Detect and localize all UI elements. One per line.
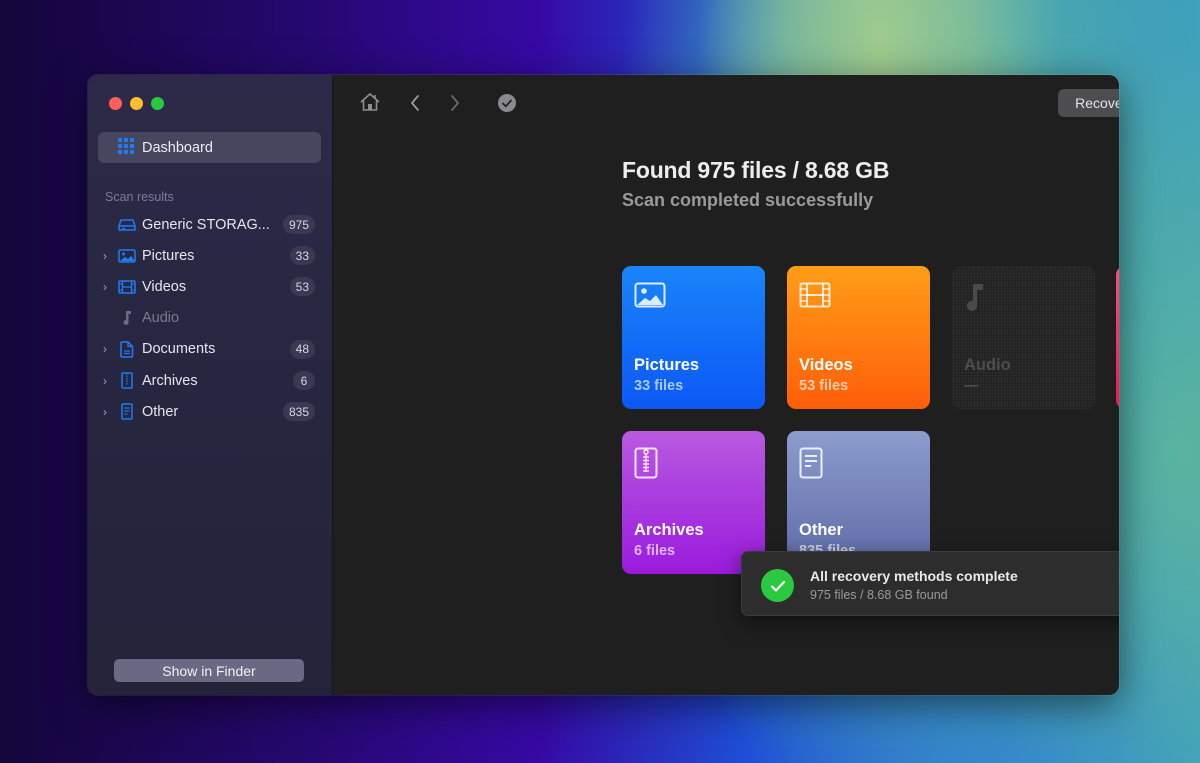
- sidebar-item-other[interactable]: › Other 835: [88, 396, 333, 427]
- forward-chevron-icon[interactable]: [449, 94, 461, 112]
- chevron-right-icon[interactable]: ›: [103, 374, 113, 388]
- document-icon: [118, 341, 136, 358]
- show-in-finder-button[interactable]: Show in Finder: [114, 659, 304, 682]
- success-check-icon: [761, 569, 794, 602]
- scan-complete-check-icon[interactable]: [498, 94, 516, 112]
- film-icon: [118, 279, 136, 295]
- sidebar-item-dashboard[interactable]: Dashboard: [98, 132, 321, 163]
- category-card-audio: Audio —: [952, 266, 1095, 409]
- sidebar: Dashboard Scan results Generic STORAG...…: [88, 75, 333, 695]
- chevron-right-icon[interactable]: ›: [103, 342, 113, 356]
- toast-title: All recovery methods complete: [810, 568, 1018, 584]
- category-card-pictures[interactable]: Pictures 33 files: [622, 266, 765, 409]
- item-count-badge: 975: [282, 215, 315, 235]
- sidebar-item-archives[interactable]: › Archives 6: [88, 365, 333, 396]
- grid-icon: [118, 137, 134, 158]
- zoom-window-button[interactable]: [151, 97, 164, 110]
- other-file-icon: [799, 447, 823, 484]
- scan-status-subtitle: Scan completed successfully: [622, 190, 874, 210]
- picture-icon: [634, 282, 666, 313]
- sidebar-item-videos[interactable]: › Videos 53: [88, 271, 333, 302]
- app-window: Dashboard Scan results Generic STORAG...…: [88, 75, 1119, 695]
- sidebar-item-label: Dashboard: [142, 139, 213, 156]
- close-window-button[interactable]: [109, 97, 122, 110]
- category-card-videos[interactable]: Videos 53 files: [787, 266, 930, 409]
- item-count-badge: 6: [293, 371, 315, 391]
- film-icon: [799, 282, 831, 313]
- scan-summary-title: Found 975 files / 8.68 GB: [622, 157, 890, 183]
- music-note-icon: [118, 310, 136, 326]
- other-file-icon: [118, 403, 136, 420]
- completion-toast: All recovery methods complete 975 files …: [741, 551, 1119, 616]
- item-count-badge: 53: [289, 277, 315, 297]
- picture-icon: [118, 248, 136, 264]
- scan-results-heading: Scan results: [105, 190, 174, 204]
- archive-zip-icon: [118, 372, 136, 389]
- recover-all-button[interactable]: Recover all...: [1058, 89, 1119, 117]
- sidebar-item-pictures[interactable]: › Pictures 33: [88, 240, 333, 271]
- music-note-icon: [964, 282, 986, 319]
- chevron-right-icon[interactable]: ›: [103, 280, 113, 294]
- drive-icon: [118, 217, 136, 233]
- back-chevron-icon[interactable]: [409, 94, 421, 112]
- sidebar-item-documents[interactable]: › Documents 48: [88, 334, 333, 365]
- scan-results-list: Generic STORAG... 975 › Pictures 33 › Vi…: [88, 209, 333, 427]
- minimize-window-button[interactable]: [130, 97, 143, 110]
- item-count-badge: 48: [289, 339, 315, 359]
- category-card-documents[interactable]: Documents 48 files: [1116, 266, 1119, 409]
- sidebar-item-generic-storage[interactable]: Generic STORAG... 975: [88, 209, 333, 240]
- archive-zip-icon: [634, 447, 658, 484]
- item-count-badge: 33: [289, 246, 315, 266]
- chevron-right-icon[interactable]: ›: [103, 249, 113, 263]
- item-count-badge: 835: [282, 402, 315, 422]
- sidebar-item-audio: Audio: [88, 303, 333, 334]
- window-controls: [109, 97, 164, 110]
- toast-subtitle: 975 files / 8.68 GB found: [810, 588, 948, 602]
- home-icon[interactable]: [359, 92, 381, 112]
- main-panel: Recover all... Review found items Found …: [333, 75, 1119, 695]
- chevron-right-icon[interactable]: ›: [103, 405, 113, 419]
